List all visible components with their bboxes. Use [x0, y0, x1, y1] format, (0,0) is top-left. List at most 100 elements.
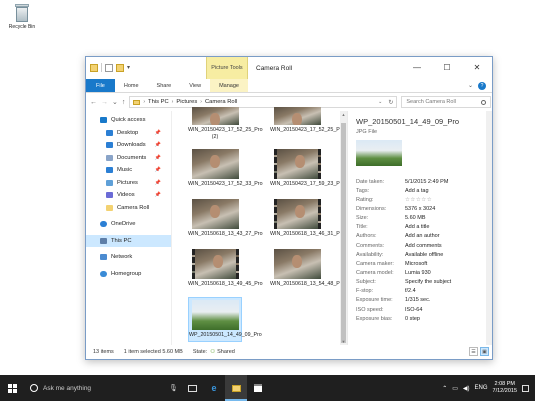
property-value: Lumia 930	[405, 269, 431, 276]
store-icon	[254, 384, 262, 392]
file-tile[interactable]: WIN_20150423_17_59_23_Pro	[270, 149, 345, 188]
photo-thumbnail	[191, 107, 239, 125]
refresh-icon[interactable]: ↻	[388, 99, 393, 106]
pictures-icon	[106, 179, 113, 186]
breadcrumb-this-pc[interactable]: This PC	[148, 99, 169, 105]
nav-item-desktop[interactable]: Desktop 📌	[86, 127, 171, 140]
tab-manage[interactable]: Manage	[210, 79, 248, 92]
file-tile-selected[interactable]: WP_20150501_14_49_09_Pro	[188, 297, 262, 342]
action-center-icon[interactable]	[522, 384, 529, 392]
computer-icon	[100, 237, 107, 244]
property-value[interactable]: Add comments	[405, 243, 442, 249]
property-value[interactable]: Add a tag	[405, 188, 429, 194]
property-value[interactable]: Specify the subject	[405, 279, 451, 285]
volume-icon[interactable]: ◀)	[463, 385, 470, 392]
address-bar[interactable]: › This PC › Pictures › Camera Roll ⌄ ↻	[129, 96, 398, 108]
nav-item-quick-access[interactable]: Quick access	[86, 114, 171, 127]
property-row: Availability: Available offline	[356, 250, 484, 259]
file-tile[interactable]: WIN_20150618_13_54_48_Pro	[270, 249, 345, 288]
system-tray: ⌃ ▭ ◀) ENG 2:08 PM 7/12/2015	[442, 375, 529, 401]
property-row: Size: 5.60 MB	[356, 214, 484, 223]
state-label: State:	[192, 349, 208, 355]
property-value[interactable]: Add an author	[405, 233, 440, 239]
tab-home[interactable]: Home	[115, 79, 148, 92]
nav-item-homegroup[interactable]: Homegroup	[86, 268, 171, 281]
cortana-icon[interactable]	[30, 384, 38, 392]
breadcrumb-separator[interactable]: ›	[200, 99, 202, 105]
clock[interactable]: 2:08 PM 7/12/2015	[493, 381, 517, 395]
details-pane: WP_20150501_14_49_09_Pro JPG File Date t…	[347, 111, 492, 345]
expand-ribbon-icon[interactable]: ⌄	[468, 82, 473, 90]
nav-item-onedrive[interactable]: OneDrive	[86, 218, 171, 231]
file-tile[interactable]: WIN_20150423_17_52_25_Pro	[270, 107, 345, 134]
breadcrumb-pictures[interactable]: Pictures	[176, 99, 197, 105]
customize-toolbar-icon[interactable]: ▾	[127, 64, 130, 71]
nav-item-videos[interactable]: Videos 📌	[86, 189, 171, 202]
property-row: Camera model: Lumia 930	[356, 268, 484, 277]
minimize-button[interactable]: —	[402, 57, 432, 77]
scrollbar-thumb[interactable]	[341, 123, 346, 343]
file-tile[interactable]: WIN_20150423_17_52_33_Pro	[188, 149, 263, 188]
help-icon[interactable]: ?	[478, 82, 486, 90]
file-tile[interactable]: WIN_20150618_13_46_31_Pro	[270, 199, 345, 238]
recent-locations-button[interactable]: ⌄	[112, 98, 118, 106]
breadcrumb-separator[interactable]: ›	[143, 99, 145, 105]
file-tile[interactable]: WIN_20150423_17_52_25_Pro (2)	[188, 107, 263, 140]
network-icon[interactable]: ▭	[452, 385, 458, 392]
nav-item-camera-roll[interactable]: Camera Roll	[86, 202, 171, 215]
maximize-button[interactable]: ☐	[432, 57, 462, 77]
breadcrumb-separator[interactable]: ›	[172, 99, 174, 105]
start-button[interactable]	[0, 375, 24, 401]
nav-item-music[interactable]: Music 📌	[86, 164, 171, 177]
back-button[interactable]: ←	[90, 99, 97, 106]
tab-share[interactable]: Share	[148, 79, 181, 92]
up-button[interactable]: ↑	[122, 99, 126, 106]
forward-button[interactable]: →	[101, 99, 108, 106]
property-label: Rating:	[356, 196, 374, 203]
scroll-down-icon[interactable]: ▼	[340, 339, 347, 344]
properties-icon[interactable]	[105, 63, 113, 72]
large-icons-view-button[interactable]: ▣	[480, 347, 489, 356]
show-hidden-icons-icon[interactable]: ⌃	[442, 385, 447, 392]
file-list-scrollbar[interactable]: ▲ ▼	[340, 111, 347, 345]
nav-item-network[interactable]: Network	[86, 251, 171, 264]
video-thumbnail	[273, 199, 321, 229]
store-button[interactable]	[247, 375, 269, 401]
recycle-bin-shortcut[interactable]: Recycle Bin	[4, 4, 40, 30]
search-input[interactable]: Search Camera Roll	[401, 96, 492, 108]
star-icon	[100, 117, 107, 124]
file-explorer-taskbar-button[interactable]	[225, 375, 247, 401]
title-bar[interactable]: ▾ Picture Tools Camera Roll — ☐ ✕	[86, 57, 492, 79]
property-value: 5/1/2015 2:49 PM	[405, 178, 449, 185]
divider	[101, 63, 102, 72]
tab-file[interactable]: File	[86, 79, 115, 92]
task-view-button[interactable]	[181, 375, 203, 401]
nav-item-downloads[interactable]: Downloads 📌	[86, 139, 171, 152]
edge-button[interactable]: e	[203, 375, 225, 401]
nav-label: Videos	[117, 192, 135, 199]
file-name: WIN_20150423_17_59_23_Pro	[270, 181, 345, 187]
property-value[interactable]: Add a title	[405, 224, 429, 230]
rating-stars[interactable]: ☆☆☆☆☆	[405, 197, 432, 203]
file-tile[interactable]: WIN_20150618_13_43_27_Pro	[188, 199, 263, 238]
search-box[interactable]: Ask me anything	[43, 385, 163, 392]
language-indicator[interactable]: ENG	[475, 385, 488, 391]
address-dropdown-icon[interactable]: ⌄	[378, 99, 382, 105]
property-value: 5.60 MB	[405, 215, 426, 222]
details-scrollbar[interactable]	[486, 111, 492, 345]
scroll-up-icon[interactable]: ▲	[340, 112, 347, 117]
picture-tools-context-tab: Picture Tools	[206, 57, 248, 79]
nav-item-documents[interactable]: Documents 📌	[86, 152, 171, 165]
nav-item-this-pc[interactable]: This PC	[86, 234, 171, 247]
music-icon	[106, 167, 113, 174]
new-folder-icon[interactable]	[116, 63, 124, 72]
search-placeholder: Search Camera Roll	[406, 99, 456, 105]
nav-item-pictures[interactable]: Pictures 📌	[86, 177, 171, 190]
quick-access-toolbar: ▾	[90, 63, 130, 72]
microphone-icon[interactable]: 🎙	[169, 384, 181, 392]
breadcrumb-camera-roll[interactable]: Camera Roll	[205, 99, 237, 105]
close-button[interactable]: ✕	[462, 57, 492, 77]
file-tile[interactable]: WIN_20150618_13_49_45_Pro	[188, 249, 263, 288]
details-view-button[interactable]: ☰	[469, 347, 478, 356]
tab-view[interactable]: View	[180, 79, 210, 92]
